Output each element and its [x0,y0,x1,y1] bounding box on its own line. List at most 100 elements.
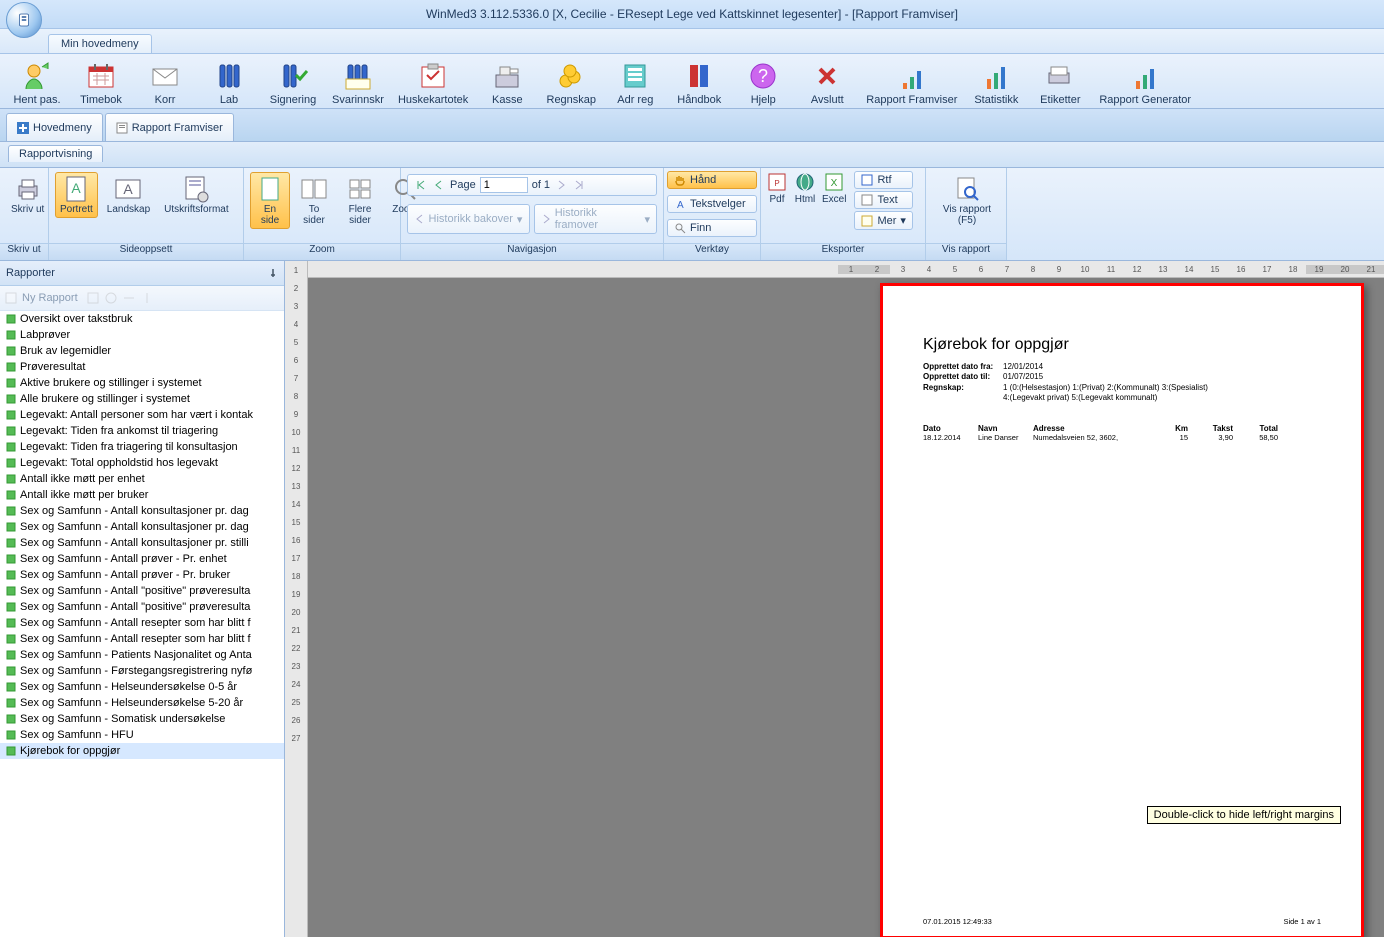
portrait-button[interactable]: A Portrett [55,172,98,218]
margin-tooltip: Double-click to hide left/right margins [1147,806,1341,824]
list-item[interactable]: Sex og Samfunn - Antall "positive" prøve… [0,599,284,615]
list-item[interactable]: Antall ikke møtt per enhet [0,471,284,487]
landscape-icon: A [114,178,142,200]
page-input[interactable] [480,177,528,193]
statistikk-button[interactable]: Statistikk [967,58,1025,108]
list-item[interactable]: Sex og Samfunn - Antall prøver - Pr. enh… [0,551,284,567]
list-item[interactable]: Legevakt: Tiden fra triagering til konsu… [0,439,284,455]
report-icon [116,122,128,134]
history-back-button[interactable]: Historikk bakover▾ [407,204,530,234]
two-pages-button[interactable]: To sider [294,172,334,229]
list-item[interactable]: Sex og Samfunn - Antall konsultasjoner p… [0,503,284,519]
list-item[interactable]: Sex og Samfunn - Antall resepter som har… [0,631,284,647]
list-item[interactable]: Sex og Samfunn - Antall prøver - Pr. bru… [0,567,284,583]
list-item[interactable]: Sex og Samfunn - Antall konsultasjoner p… [0,519,284,535]
export-text-button[interactable]: Text [854,191,912,209]
list-item[interactable]: Labprøver [0,327,284,343]
hent-pas-button[interactable]: Hent pas. [8,58,66,108]
print-button[interactable]: Skriv ut [6,172,49,218]
tab-hovedmeny[interactable]: Hovedmeny [6,113,103,141]
tool-icon-4[interactable] [140,291,154,305]
list-item[interactable]: Aktive brukere og stillinger i systemet [0,375,284,391]
export-html-button[interactable]: Html [791,170,819,206]
text-label: Text [877,194,897,206]
list-item[interactable]: Sex og Samfunn - Helseundersøkelse 5-20 … [0,695,284,711]
svg-text:?: ? [758,66,768,86]
find-button[interactable]: Finn [667,219,757,237]
landscape-button[interactable]: A Landskap [102,172,155,218]
list-item[interactable]: Sex og Samfunn - Antall resepter som har… [0,615,284,631]
signering-button[interactable]: Signering [264,58,322,108]
hjelp-button[interactable]: ?Hjelp [734,58,792,108]
list-item[interactable]: Legevakt: Total oppholdstid hos legevakt [0,455,284,471]
export-more-button[interactable]: Mer▾ [854,211,912,230]
back-icon [415,214,425,224]
show-report-icon [954,176,980,202]
app-orb-button[interactable] [6,2,42,38]
list-item[interactable]: Sex og Samfunn - Patients Nasjonalitet o… [0,647,284,663]
lab-button[interactable]: Lab [200,58,258,108]
pin-icon[interactable] [268,268,278,278]
list-item[interactable]: Sex og Samfunn - Antall konsultasjoner p… [0,535,284,551]
tab-min-hovedmeny[interactable]: Min hovedmeny [48,34,152,53]
rapport-generator-button[interactable]: Rapport Generator [1095,58,1195,108]
etiketter-button[interactable]: Etiketter [1031,58,1089,108]
svg-text:P: P [774,179,779,188]
tool-icon-1[interactable] [86,291,100,305]
list-item[interactable]: Alle brukere og stillinger i systemet [0,391,284,407]
tool-icon-3[interactable] [122,291,136,305]
korr-button[interactable]: Korr [136,58,194,108]
list-item[interactable]: Legevakt: Antall personer som har vært i… [0,407,284,423]
list-item[interactable]: Bruk av legemidler [0,343,284,359]
report-item-icon [6,410,16,420]
list-item[interactable]: Sex og Samfunn - Helseundersøkelse 0-5 å… [0,679,284,695]
export-excel-button[interactable]: XExcel [819,170,849,206]
tab-rapport-framviser[interactable]: Rapport Framviser [105,113,234,141]
huskekartotek-button[interactable]: Huskekartotek [394,58,472,108]
sidebar-title: Rapporter [6,267,55,279]
export-rtf-button[interactable]: Rtf [854,171,912,189]
more-pages-button[interactable]: Flere sider [338,172,382,229]
print-format-button[interactable]: Utskriftsformat [159,172,233,218]
list-item[interactable]: Antall ikke møtt per bruker [0,487,284,503]
text-icon [861,194,873,206]
handbok-button[interactable]: Håndbok [670,58,728,108]
list-item[interactable]: Prøveresultat [0,359,284,375]
hand-tool-button[interactable]: Hånd [667,171,757,189]
list-item[interactable]: Kjørebok for oppgjør [0,743,284,759]
nav-last-button[interactable] [572,178,586,192]
avslutt-button[interactable]: Avslutt [798,58,856,108]
new-report-button[interactable]: Ny Rapport [4,291,78,305]
tab-rapportvisning[interactable]: Rapportvisning [8,145,103,162]
nav-prev-button[interactable] [432,178,446,192]
export-pdf-button[interactable]: PPdf [763,170,791,206]
main-area: Rapporter Ny Rapport Oversikt over takst… [0,261,1384,937]
list-item[interactable]: Sex og Samfunn - Førstegangsregistrering… [0,663,284,679]
kasse-button[interactable]: Kasse [478,58,536,108]
adr-reg-label: Adr reg [617,94,653,106]
one-page-button[interactable]: En side [250,172,290,229]
text-select-button[interactable]: ATekstvelger [667,195,757,213]
history-forward-button[interactable]: Historikk framover▾ [534,204,657,234]
timebok-button[interactable]: Timebok [72,58,130,108]
list-item[interactable]: Sex og Samfunn - Somatisk undersøkelse [0,711,284,727]
tool-icon-2[interactable] [104,291,118,305]
report-canvas[interactable]: 123456789101112131415161718192021 Kjøreb… [308,261,1384,937]
hand-icon [674,174,686,186]
regnskap-button[interactable]: Regnskap [542,58,600,108]
adr-reg-button[interactable]: Adr reg [606,58,664,108]
list-item-label: Labprøver [20,329,70,341]
list-item-label: Sex og Samfunn - Antall "positive" prøve… [20,585,250,597]
nav-first-button[interactable] [414,178,428,192]
list-item-label: Sex og Samfunn - Helseundersøkelse 0-5 å… [20,681,237,693]
text-select-label: Tekstvelger [690,198,746,210]
nav-next-button[interactable] [554,178,568,192]
show-report-button[interactable]: Vis rapport (F5) [932,172,1002,229]
report-item-icon [6,554,16,564]
svarinnskr-button[interactable]: Svarinnskr [328,58,388,108]
list-item[interactable]: Sex og Samfunn - Antall "positive" prøve… [0,583,284,599]
list-item[interactable]: Legevakt: Tiden fra ankomst til triageri… [0,423,284,439]
list-item[interactable]: Sex og Samfunn - HFU [0,727,284,743]
list-item[interactable]: Oversikt over takstbruk [0,311,284,327]
rapport-framviser-button[interactable]: Rapport Framviser [862,58,961,108]
